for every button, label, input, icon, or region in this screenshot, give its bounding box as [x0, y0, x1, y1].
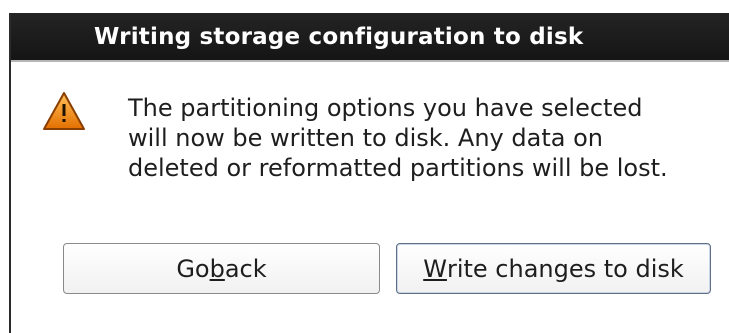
go-back-button[interactable]: Go b ack: [63, 243, 380, 294]
write-mnemonic: W: [423, 254, 447, 283]
dialog-title: Writing storage configuration to disk: [94, 24, 584, 50]
message-line: will now be written to disk. Any data on: [128, 124, 603, 152]
go-back-label-after: ack: [224, 254, 267, 283]
message-line: The partitioning options you have select…: [128, 94, 643, 122]
go-back-label-before: Go: [176, 254, 210, 283]
dialog-message: The partitioning options you have select…: [128, 93, 728, 183]
warning-icon: [41, 90, 87, 132]
dialog-titlebar: Writing storage configuration to disk: [11, 13, 729, 62]
write-label-after: rite changes to disk: [446, 254, 684, 283]
write-changes-button[interactable]: Write changes to disk: [396, 243, 711, 294]
go-back-mnemonic: b: [209, 254, 225, 283]
dialog-window: Writing storage configuration to disk Th…: [9, 13, 729, 333]
message-line: deleted or reformatted partitions will b…: [128, 154, 668, 182]
